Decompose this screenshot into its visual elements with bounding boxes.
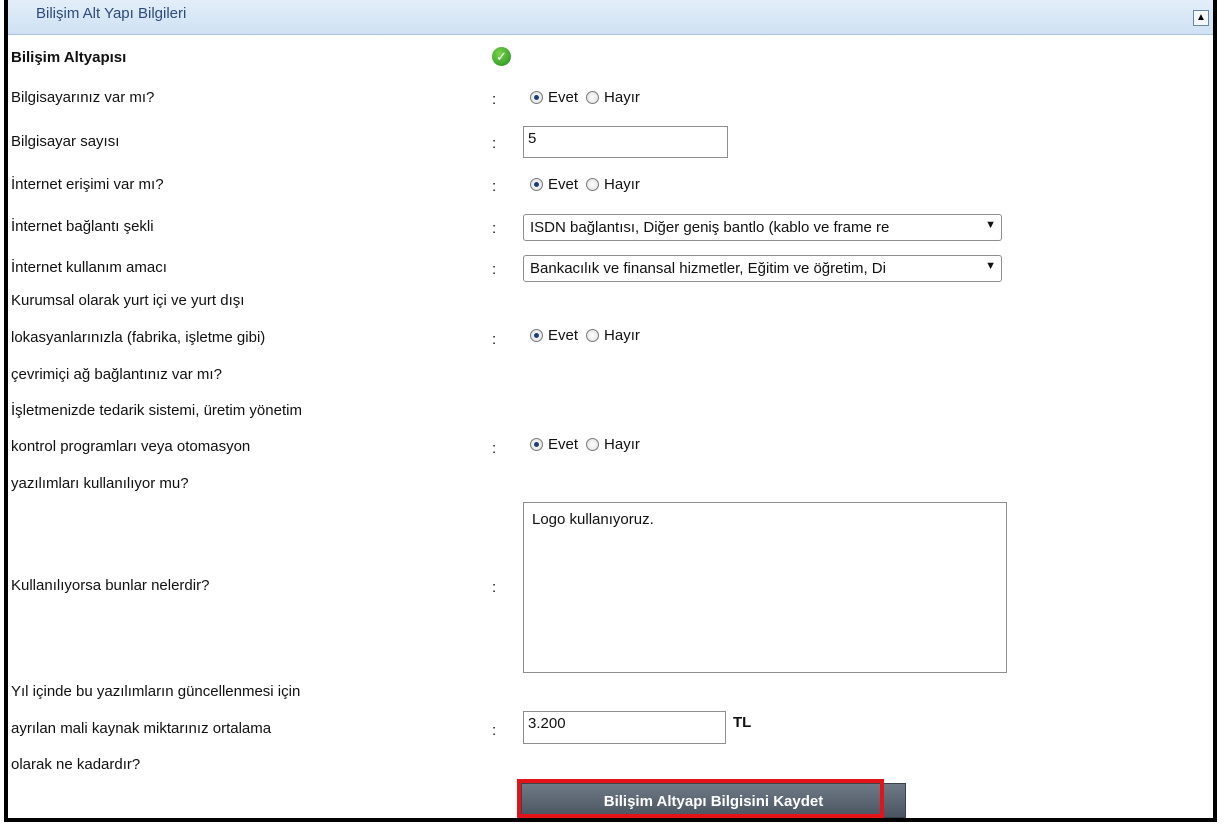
update-budget-input[interactable]: 3.200 [523, 711, 726, 744]
network-connection-yes-radio[interactable] [530, 329, 543, 342]
radio-label-yes[interactable]: Evet [548, 436, 578, 453]
software-usage-label-line1: İşletmenizde tedarik sistemi, üretim yön… [11, 402, 302, 419]
internet-access-label: İnternet erişimi var mı? [11, 176, 164, 193]
network-connection-label-line3: çevrimiçi ağ bağlantınız var mı? [11, 366, 222, 383]
computer-count-label: Bilgisayar sayısı [11, 133, 120, 150]
usage-purpose-select[interactable]: Bankacılık ve finansal hizmetler, Eğitim… [523, 255, 1002, 282]
connection-type-select[interactable]: ISDN bağlantısı, Diğer geniş bantlo (kab… [523, 214, 1002, 241]
network-connection-radio-group: Evet Hayır [530, 327, 648, 344]
network-connection-label-line1: Kurumsal olarak yurt içi ve yurt dışı [11, 292, 245, 309]
panel-header[interactable]: Bilişim Alt Yapı Bilgileri ▲ [8, 0, 1213, 35]
software-names-label: Kullanılıyorsa bunlar nelerdir? [11, 577, 210, 594]
usage-purpose-label: İnternet kullanım amacı [11, 259, 167, 276]
update-budget-label-line2: ayrılan mali kaynak miktarınız ortalama [11, 720, 272, 737]
section-title: Bilişim Altyapısı [11, 49, 127, 66]
update-budget-label-line3: olarak ne kadardır? [11, 756, 141, 773]
save-button-highlight [517, 779, 884, 818]
colon: : [492, 579, 497, 596]
currency-unit: TL [733, 714, 752, 731]
colon: : [492, 91, 497, 108]
network-connection-label-line2: lokasyanlarınızla (fabrika, işletme gibi… [11, 329, 266, 346]
update-budget-label-line1: Yıl içinde bu yazılımların güncellenmesi… [11, 683, 301, 700]
radio-label-yes[interactable]: Evet [548, 89, 578, 106]
has-computer-radio-group: Evet Hayır [530, 89, 648, 106]
radio-label-no[interactable]: Hayır [604, 327, 640, 344]
radio-label-no[interactable]: Hayır [604, 436, 640, 453]
computer-count-input[interactable]: 5 [523, 126, 728, 158]
software-usage-yes-radio[interactable] [530, 438, 543, 451]
colon: : [492, 178, 497, 195]
usage-purpose-value: Bankacılık ve finansal hizmetler, Eğitim… [530, 260, 886, 277]
software-usage-radio-group: Evet Hayır [530, 436, 648, 453]
network-connection-no-radio[interactable] [586, 329, 600, 342]
has-computer-yes-radio[interactable] [530, 91, 543, 104]
software-usage-label-line3: yazılımları kullanılıyor mu? [11, 475, 189, 492]
panel-title: Bilişim Alt Yapı Bilgileri [36, 5, 187, 22]
dropdown-arrow-icon: ▼ [985, 260, 996, 272]
radio-label-no[interactable]: Hayır [604, 89, 640, 106]
internet-access-radio-group: Evet Hayır [530, 176, 648, 193]
colon: : [492, 722, 497, 739]
dropdown-arrow-icon: ▼ [985, 219, 996, 231]
radio-label-yes[interactable]: Evet [548, 176, 578, 193]
check-icon: ✓ [492, 47, 511, 66]
internet-access-no-radio[interactable] [586, 178, 600, 191]
software-usage-no-radio[interactable] [586, 438, 600, 451]
colon: : [492, 135, 497, 152]
colon: : [492, 261, 497, 278]
connection-type-value: ISDN bağlantısı, Diğer geniş bantlo (kab… [530, 219, 890, 236]
connection-type-label: İnternet bağlantı şekli [11, 218, 154, 235]
software-usage-label-line2: kontrol programları veya otomasyon [11, 438, 251, 455]
colon: : [492, 331, 497, 348]
has-computer-label: Bilgisayarınız var mı? [11, 89, 155, 106]
software-names-textarea[interactable]: Logo kullanıyoruz. [523, 502, 1007, 673]
colon: : [492, 440, 497, 457]
collapse-chevron-up-icon[interactable]: ▲ [1193, 10, 1209, 26]
radio-label-yes[interactable]: Evet [548, 327, 578, 344]
internet-access-yes-radio[interactable] [530, 178, 543, 191]
colon: : [492, 220, 497, 237]
radio-label-no[interactable]: Hayır [604, 176, 640, 193]
has-computer-no-radio[interactable] [586, 91, 600, 104]
